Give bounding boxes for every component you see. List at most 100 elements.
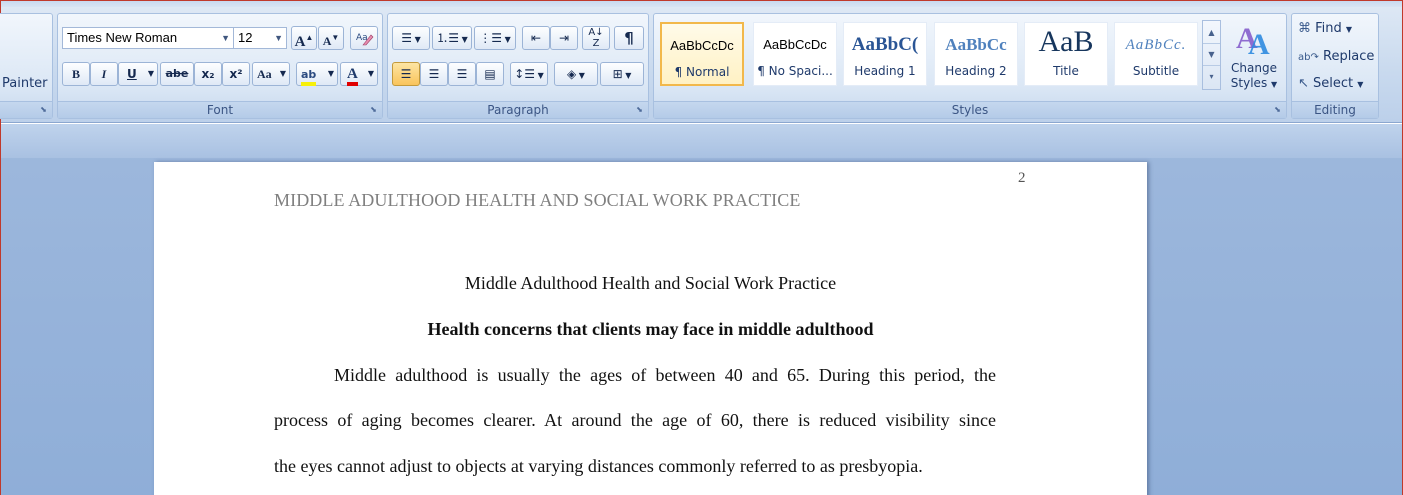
style-normal-sample: AaBbCcDc: [670, 38, 734, 53]
borders-dropdown-icon[interactable]: ▼: [623, 71, 631, 80]
style-normal[interactable]: AaBbCcDc ¶ Normal: [660, 22, 744, 86]
shading-dropdown-icon[interactable]: ▼: [576, 71, 585, 80]
font-dialog-launcher-icon[interactable]: ⬊: [368, 105, 379, 115]
gallery-more-icon[interactable]: ▾: [1203, 66, 1220, 88]
font-size-combobox[interactable]: 12 ▼: [233, 27, 287, 49]
styles-dialog-launcher-icon[interactable]: ⬊: [1272, 105, 1283, 115]
replace-button[interactable]: ab↷ Replace: [1298, 47, 1374, 67]
font-color-button[interactable]: A ▼: [340, 62, 378, 86]
line-spacing-dropdown-icon[interactable]: ▼: [535, 71, 544, 80]
text-highlight-color-button[interactable]: ab ▼: [296, 62, 338, 86]
font-size-dropdown-icon[interactable]: ▼: [274, 28, 283, 48]
paragraph-group: ☰ ▼ ⒈☰ ▼ ⋮☰ ▼ ⇤ ⇥ A↓ Z ¶ ☰ ☰ ☰ ▤ ↕☰ ▼ ◈ ▼…: [387, 13, 649, 119]
font-group-label: Font: [58, 101, 382, 118]
clear-formatting-icon: Aa: [356, 33, 374, 46]
line-spacing-button[interactable]: ↕☰ ▼: [510, 62, 548, 86]
document-workspace: 2 MIDDLE ADULTHOOD HEALTH AND SOCIAL WOR…: [1, 124, 1402, 495]
editing-group: ⌘ Find ▼ ab↷ Replace ↖ Select ▼ Editing: [1291, 13, 1379, 119]
numbering-button[interactable]: ⒈☰ ▼: [432, 26, 472, 50]
align-right-button[interactable]: ☰: [448, 62, 476, 86]
grow-font-button[interactable]: A▲: [291, 26, 317, 50]
change-case-dropdown-icon[interactable]: ▼: [280, 63, 286, 85]
select-dropdown-icon[interactable]: ▼: [1357, 80, 1363, 89]
style-heading-1[interactable]: AaBbC( Heading 1: [843, 22, 927, 86]
clipboard-group: Painter ⬊: [0, 13, 53, 119]
shading-bucket-icon: ◈: [567, 67, 577, 81]
decrease-indent-button[interactable]: ⇤: [522, 26, 550, 50]
increase-indent-button[interactable]: ⇥: [550, 26, 578, 50]
clear-formatting-button[interactable]: Aa: [350, 26, 378, 50]
style-subtitle[interactable]: AaBbCc. Subtitle: [1114, 22, 1198, 86]
change-styles-dropdown-icon[interactable]: ▼: [1271, 80, 1277, 89]
find-button[interactable]: ⌘ Find ▼: [1298, 19, 1352, 39]
borders-button[interactable]: ⊞ ▼: [600, 62, 644, 86]
document-page[interactable]: 2 MIDDLE ADULTHOOD HEALTH AND SOCIAL WOR…: [154, 162, 1147, 495]
workspace-top-band: [1, 124, 1402, 158]
bullets-icon: ☰: [401, 31, 413, 45]
paragraph-line: the eyes cannot adjust to objects at var…: [274, 456, 923, 476]
binoculars-icon: ⌘: [1298, 21, 1311, 36]
select-button[interactable]: ↖ Select ▼: [1298, 74, 1363, 94]
multilevel-list-dropdown-icon[interactable]: ▼: [502, 35, 511, 44]
paragraph-dialog-launcher-icon[interactable]: ⬊: [634, 105, 645, 115]
change-styles-label-2: Styles ▼: [1224, 76, 1284, 92]
ribbon-top-strip: [1, 1, 1402, 7]
underline-button[interactable]: U ▼: [118, 62, 158, 86]
change-case-button[interactable]: Aa ▼: [252, 62, 290, 86]
ribbon: Painter ⬊ Times New Roman ▼ 12 ▼ A▲ A▼ A…: [0, 1, 1402, 123]
clipboard-launcher-icon[interactable]: ⬊: [38, 105, 49, 115]
sort-button[interactable]: A↓ Z: [582, 26, 610, 50]
style-heading-2-sample: AaBbCc: [945, 35, 1007, 54]
change-case-label: Aa: [257, 67, 272, 81]
format-painter-button[interactable]: Painter: [2, 76, 48, 91]
styles-gallery-scroller[interactable]: ▲ ▼ ▾: [1202, 20, 1221, 90]
style-no-spacing-name: ¶ No Spaci...: [757, 64, 833, 78]
page-number: 2: [1018, 170, 1026, 186]
justify-button[interactable]: ▤: [476, 62, 504, 86]
bold-button[interactable]: B: [62, 62, 90, 86]
numbering-dropdown-icon[interactable]: ▼: [459, 35, 468, 44]
highlight-dropdown-icon[interactable]: ▼: [328, 63, 334, 85]
change-styles-button[interactable]: A A Change Styles ▼: [1224, 18, 1284, 102]
select-label: Select: [1313, 76, 1354, 91]
superscript-button[interactable]: x²: [222, 62, 250, 86]
style-no-spacing[interactable]: AaBbCcDc ¶ No Spaci...: [753, 22, 837, 86]
find-label: Find: [1315, 21, 1342, 36]
multilevel-list-button[interactable]: ⋮☰ ▼: [474, 26, 516, 50]
gallery-scroll-down-icon[interactable]: ▼: [1203, 44, 1220, 66]
style-heading-2-name: Heading 2: [945, 64, 1007, 78]
find-dropdown-icon[interactable]: ▼: [1346, 25, 1352, 34]
strikethrough-button[interactable]: abe: [160, 62, 194, 86]
style-heading-2[interactable]: AaBbCc Heading 2: [934, 22, 1018, 86]
bullets-button[interactable]: ☰ ▼: [392, 26, 430, 50]
styles-group: AaBbCcDc ¶ Normal AaBbCcDc ¶ No Spaci...…: [653, 13, 1287, 119]
bullets-dropdown-icon[interactable]: ▼: [412, 35, 421, 44]
paragraph-line: process of aging becomes clearer. At aro…: [274, 410, 996, 430]
change-styles-label-1: Change: [1231, 61, 1277, 75]
paragraph-group-label: Paragraph: [388, 101, 648, 118]
font-color-dropdown-icon[interactable]: ▼: [368, 63, 374, 85]
numbering-icon: ⒈☰: [436, 31, 460, 45]
font-name-combobox[interactable]: Times New Roman ▼: [62, 27, 234, 49]
subscript-button[interactable]: x₂: [194, 62, 222, 86]
style-title[interactable]: AaB Title: [1024, 22, 1108, 86]
style-heading-1-name: Heading 1: [854, 64, 916, 78]
style-no-spacing-sample: AaBbCcDc: [763, 37, 827, 52]
styles-group-label: Styles: [654, 101, 1286, 118]
font-name-dropdown-icon[interactable]: ▼: [221, 28, 230, 48]
shrink-font-button[interactable]: A▼: [318, 26, 344, 50]
editing-group-label: Editing: [1292, 101, 1378, 118]
justify-icon: ▤: [484, 67, 496, 81]
gallery-scroll-up-icon[interactable]: ▲: [1203, 21, 1220, 44]
multilevel-list-icon: ⋮☰: [479, 31, 503, 45]
borders-icon: ⊞: [612, 67, 623, 81]
shading-button[interactable]: ◈ ▼: [554, 62, 598, 86]
paragraph-line: Middle adulthood is usually the ages of …: [334, 365, 996, 385]
replace-icon: ab↷: [1298, 52, 1319, 63]
running-head: MIDDLE ADULTHOOD HEALTH AND SOCIAL WORK …: [274, 190, 801, 210]
underline-dropdown-icon[interactable]: ▼: [148, 63, 154, 85]
show-hide-formatting-button[interactable]: ¶: [614, 26, 644, 50]
italic-button[interactable]: I: [90, 62, 118, 86]
align-left-button[interactable]: ☰: [392, 62, 420, 86]
center-button[interactable]: ☰: [420, 62, 448, 86]
